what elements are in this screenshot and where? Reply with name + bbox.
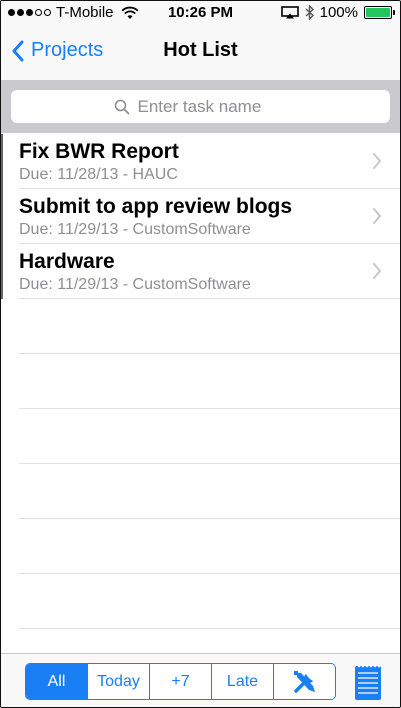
- chevron-right-icon: [373, 153, 381, 169]
- empty-row: [19, 299, 400, 354]
- task-row[interactable]: Hardware Due: 11/29/13 - CustomSoftware: [1, 244, 400, 299]
- empty-row: [19, 519, 400, 574]
- task-row[interactable]: Fix BWR Report Due: 11/28/13 - HAUC: [1, 134, 400, 189]
- filter-all[interactable]: All: [26, 664, 88, 699]
- filter-today[interactable]: Today: [88, 664, 150, 699]
- battery-icon: [364, 6, 395, 19]
- empty-row: [19, 574, 400, 629]
- filter-late[interactable]: Late: [212, 664, 274, 699]
- filter-segmented-control: All Today +7 Late: [25, 663, 336, 700]
- status-bar: T-Mobile 10:26 PM 100%: [1, 1, 400, 25]
- search-icon: [114, 99, 129, 114]
- notepad-icon[interactable]: [354, 663, 382, 701]
- row-edge-marker: [1, 134, 3, 189]
- empty-row: [19, 409, 400, 464]
- status-right: 100%: [280, 4, 395, 21]
- battery-fill: [366, 8, 390, 17]
- task-title: Fix BWR Report: [19, 140, 179, 163]
- chevron-right-icon: [373, 263, 381, 279]
- row-edge-marker: [1, 244, 3, 299]
- search-bar: [1, 80, 400, 133]
- search-box[interactable]: [11, 90, 390, 123]
- app-frame: T-Mobile 10:26 PM 100% Projects Hot List…: [0, 0, 401, 708]
- task-due: Due: 11/29/13 - CustomSoftware: [19, 221, 251, 238]
- task-due: Due: 11/28/13 - HAUC: [19, 166, 178, 183]
- airplay-icon: [280, 6, 299, 19]
- task-row[interactable]: Submit to app review blogs Due: 11/29/13…: [1, 189, 400, 244]
- row-edge-marker: [1, 189, 3, 244]
- page-title: Hot List: [163, 39, 238, 61]
- task-due: Due: 11/29/13 - CustomSoftware: [19, 276, 251, 293]
- bottom-toolbar: All Today +7 Late: [1, 653, 400, 707]
- bluetooth-icon: [305, 5, 314, 20]
- task-title: Hardware: [19, 250, 115, 273]
- filter-next-7[interactable]: +7: [150, 664, 212, 699]
- chevron-right-icon: [373, 208, 381, 224]
- navigation-bar: Projects Hot List: [1, 25, 400, 80]
- task-title: Submit to app review blogs: [19, 195, 293, 218]
- task-list: Fix BWR Report Due: 11/28/13 - HAUC Subm…: [1, 134, 400, 629]
- empty-row: [19, 464, 400, 519]
- search-input[interactable]: [137, 96, 288, 117]
- empty-row: [19, 354, 400, 409]
- battery-percent: 100%: [319, 4, 358, 21]
- tools-button[interactable]: [274, 664, 335, 699]
- tools-icon: [293, 670, 315, 693]
